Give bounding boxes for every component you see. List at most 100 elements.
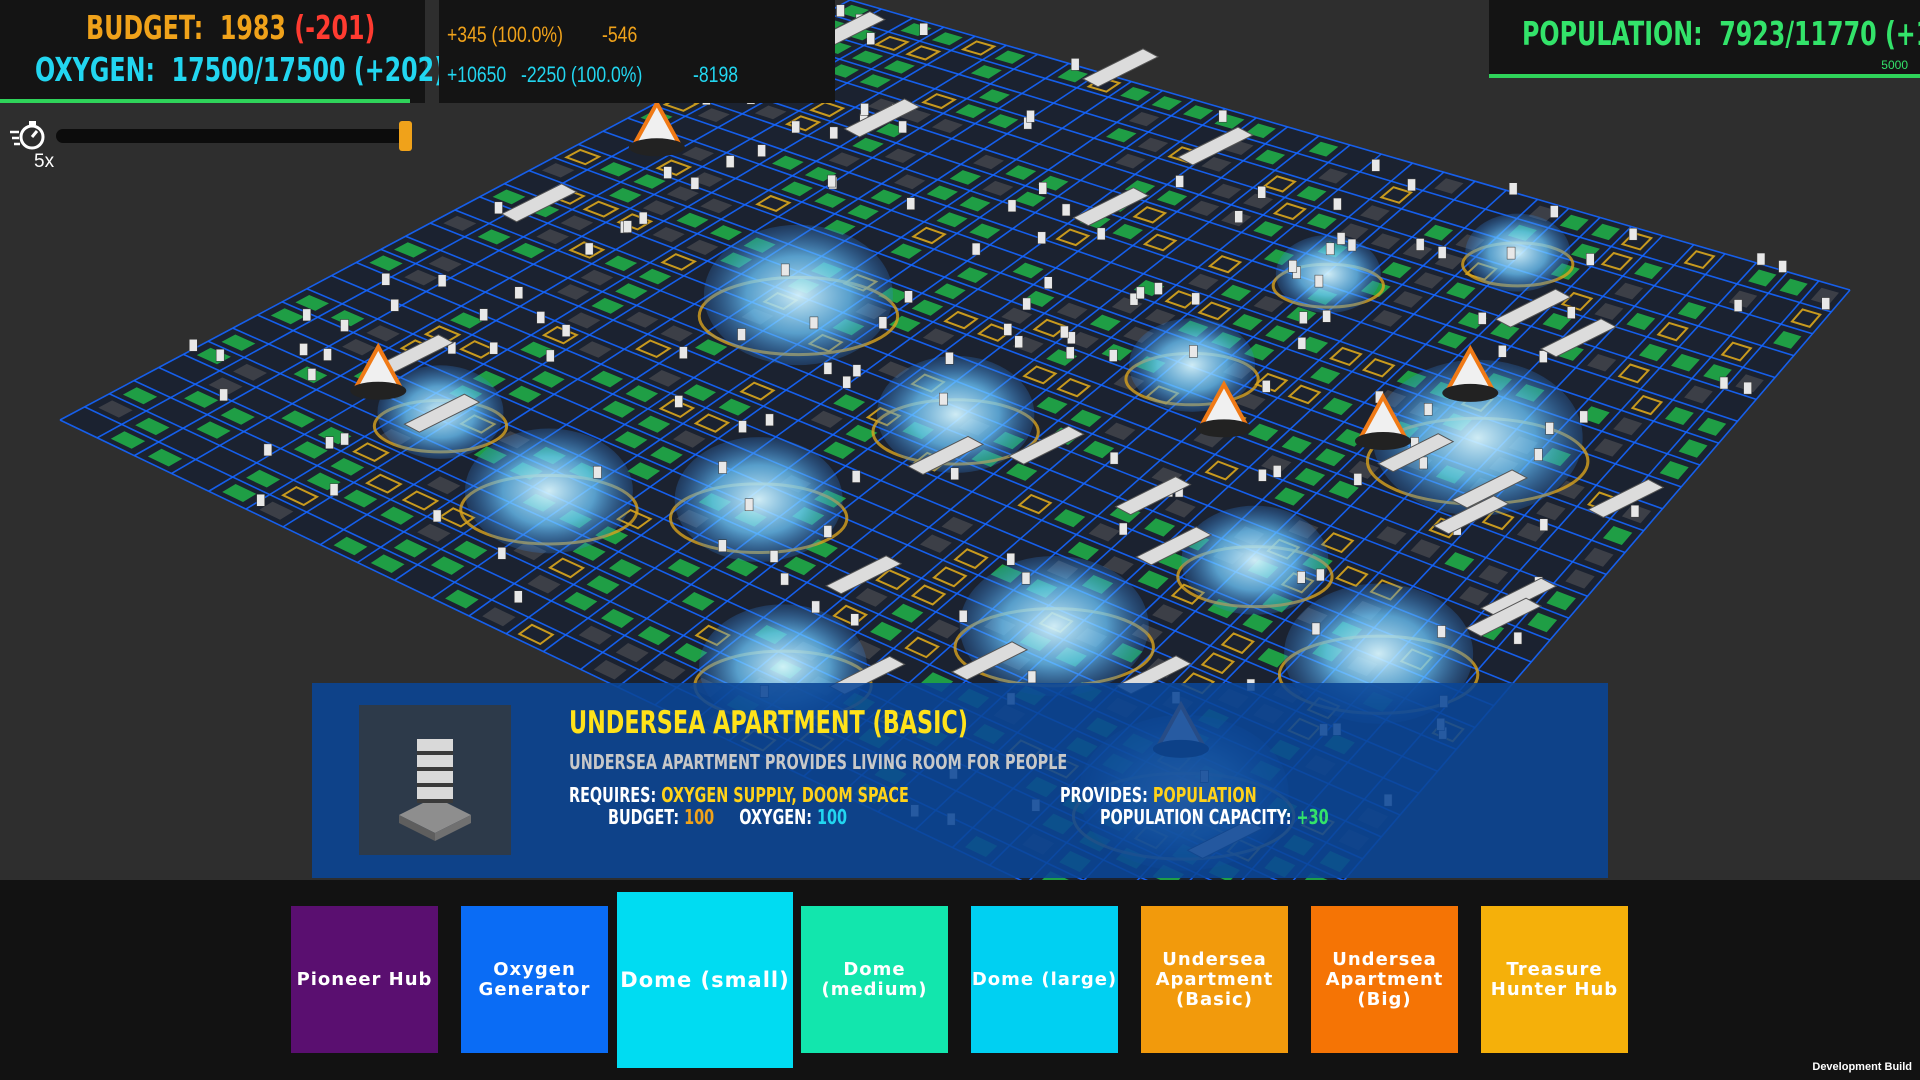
antenna-pod — [1288, 260, 1298, 273]
antenna-pod — [1027, 670, 1037, 684]
budget-value: 1983 — [219, 8, 286, 47]
cost-line: Budget: 100 Oxygen: 100 — [608, 805, 847, 829]
antenna-pod — [1026, 110, 1035, 123]
build-dome-large-button[interactable]: Dome (large) — [971, 906, 1118, 1053]
antenna-pod — [1407, 178, 1416, 192]
antenna-pod — [1175, 175, 1184, 188]
budget-underline — [0, 99, 410, 103]
dome — [674, 437, 843, 562]
antenna-pod — [679, 346, 688, 359]
cost-oxygen-label: Oxygen: — [739, 805, 812, 829]
antenna-pod — [1567, 306, 1576, 319]
budget-readout: Budget: 1983 (-201) — [86, 8, 375, 47]
antenna-pod — [1437, 625, 1446, 638]
dome — [1465, 213, 1571, 292]
antenna-pod — [1191, 292, 1200, 306]
antenna-pod — [1096, 227, 1106, 241]
antenna-pod — [663, 166, 672, 179]
antenna-pod — [1347, 238, 1357, 252]
building-title: Undersea Apartment (Basic) — [569, 705, 968, 741]
antenna-pod — [536, 311, 546, 324]
antenna-pod — [945, 352, 954, 365]
antenna-pod — [1060, 325, 1069, 339]
antenna-pod — [904, 290, 913, 304]
build-oxygen-generator-button[interactable]: Oxygen Generator — [461, 906, 608, 1053]
antenna-pod — [1257, 186, 1266, 199]
antenna-pod — [215, 348, 225, 362]
oxygen-production: +10650 — [447, 62, 507, 87]
apartment-floor — [417, 787, 453, 799]
antenna-pod — [437, 274, 447, 287]
fast-forward-timer-icon[interactable] — [10, 118, 48, 154]
antenna-pod — [738, 420, 747, 433]
build-treasure-hunter-hub-button[interactable]: Treasure Hunter Hub — [1481, 906, 1628, 1053]
apartment-building-icon — [399, 739, 471, 841]
antenna-pod — [1272, 465, 1282, 478]
cost-budget-label: Budget: — [608, 805, 680, 829]
antenna-pod — [546, 349, 555, 363]
antenna-pod — [878, 316, 888, 329]
pioneer-hub-base — [628, 138, 685, 157]
antenna-pod — [1189, 345, 1198, 358]
provides-label: Provides: — [1060, 783, 1148, 807]
build-dome-small-button[interactable]: Dome (small) — [617, 892, 793, 1068]
antenna-pod — [1778, 260, 1787, 273]
capacity-value: +30 — [1296, 805, 1329, 829]
antenna-pod — [757, 144, 766, 157]
antenna-pod — [1353, 473, 1363, 486]
antenna-pod — [1756, 252, 1766, 266]
antenna-pod — [744, 498, 754, 512]
antenna-pod — [1719, 376, 1729, 390]
antenna-pod — [323, 348, 332, 361]
antenna-pod — [1154, 282, 1163, 295]
antenna-pod — [432, 509, 442, 523]
antenna-pod — [325, 436, 334, 450]
antenna-pod — [1296, 571, 1306, 584]
build-dome-medium-button[interactable]: Dome (medium) — [801, 906, 948, 1053]
population-delta: (+10) — [1884, 14, 1920, 53]
apartment-floor — [417, 771, 453, 783]
antenna-pod — [256, 494, 265, 507]
build-apartment-big-label: Undersea Apartment (Big) — [1325, 948, 1444, 1010]
antenna-pod — [1545, 422, 1554, 435]
antenna-pod — [1043, 276, 1053, 289]
apartment-floor-divider — [417, 767, 453, 771]
speed-slider-track[interactable] — [56, 129, 412, 143]
build-oxygen-generator-label: Oxygen Generator — [478, 958, 591, 1000]
antenna-pod — [851, 470, 861, 483]
antenna-pod — [919, 23, 928, 36]
antenna-pod — [811, 600, 820, 614]
antenna-pod — [1021, 571, 1031, 585]
antenna-pod — [1513, 631, 1523, 645]
antenna-pod — [1109, 451, 1119, 465]
antenna-pod — [263, 443, 273, 457]
oxygen-consumption: -2250 (100.0%) — [521, 62, 643, 87]
antenna-pod — [340, 432, 349, 446]
antenna-pod — [809, 316, 819, 330]
build-dome-small-label: Dome (small) — [620, 968, 790, 992]
antenna-pod — [514, 590, 523, 604]
build-apartment-basic-button[interactable]: Undersea Apartment (Basic) — [1141, 906, 1288, 1053]
build-pioneer-hub-button[interactable]: Pioneer Hub — [291, 906, 438, 1053]
antenna-pod — [1437, 246, 1447, 259]
antenna-pod — [497, 547, 507, 560]
population-bar — [1489, 74, 1920, 78]
antenna-pod — [561, 324, 571, 337]
antenna-pod — [860, 103, 869, 116]
antenna-pod — [958, 610, 968, 623]
apartment-floor-divider — [417, 751, 453, 755]
build-apartment-big-button[interactable]: Undersea Apartment (Big) — [1311, 906, 1458, 1053]
antenna-pod — [823, 525, 833, 538]
antenna-pod — [971, 242, 981, 256]
antenna-pod — [842, 375, 851, 389]
pioneer-hub-base — [1442, 383, 1499, 402]
antenna-pod — [340, 319, 349, 332]
speed-slider-handle[interactable] — [399, 121, 412, 151]
antenna-pod — [725, 155, 735, 168]
antenna-pod — [718, 539, 727, 553]
oxygen-reserve: -8198 — [693, 62, 739, 87]
antenna-pod — [1022, 297, 1031, 311]
resource-breakdown-panel: +345 (100.0%) -546 +10650 -2250 (100.0%)… — [439, 0, 835, 103]
antenna-pod — [593, 465, 602, 479]
building-thumbnail — [359, 705, 511, 855]
